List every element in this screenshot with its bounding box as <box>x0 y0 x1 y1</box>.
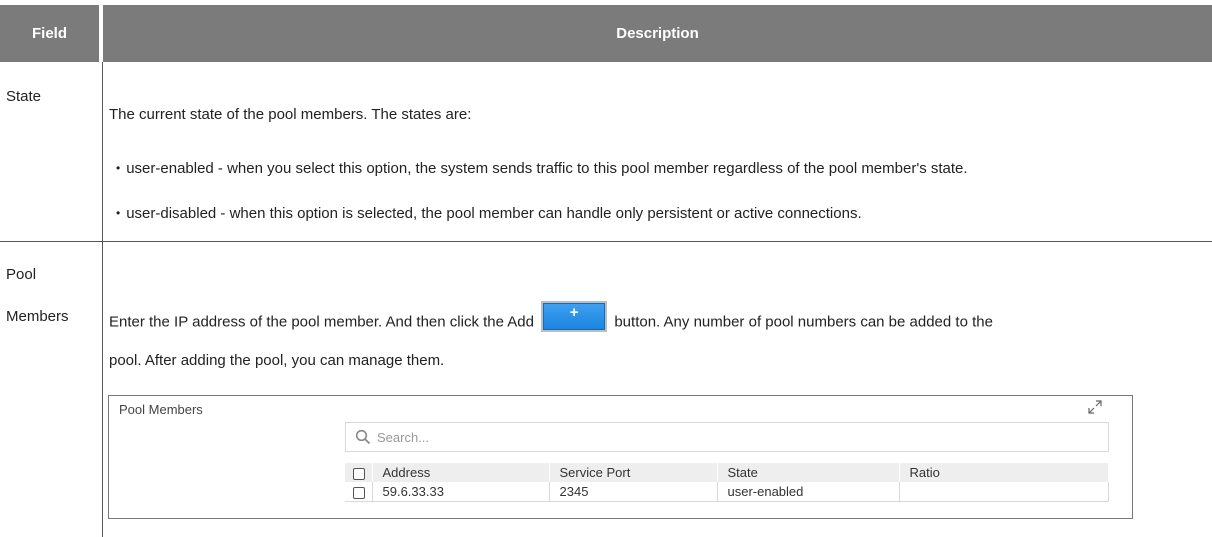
row-checkbox-cell <box>345 482 373 502</box>
service-port-cell: 2345 <box>549 482 718 502</box>
column-state[interactable]: State <box>717 463 900 482</box>
column-ratio[interactable]: Ratio <box>899 463 1109 482</box>
ratio-cell <box>899 482 1109 502</box>
select-all-cell <box>345 463 373 482</box>
search-input[interactable] <box>377 429 977 445</box>
row-divider <box>0 241 1212 242</box>
header-description: Description <box>103 5 1212 62</box>
table-row[interactable]: 59.6.33.33 2345 user-enabled <box>345 482 1109 502</box>
pool-description-line2: pool. After adding the pool, you can man… <box>109 352 445 369</box>
select-all-checkbox[interactable] <box>353 467 365 480</box>
row-checkbox[interactable] <box>353 486 365 499</box>
table-header-row: Address Service Port State Ratio <box>345 463 1109 482</box>
column-service-port[interactable]: Service Port <box>549 463 718 482</box>
pool-members-panel: Pool Members Address Service Port State … <box>108 395 1133 519</box>
search-box[interactable] <box>345 422 1109 452</box>
pool-description-line1: Enter the IP address of the pool member.… <box>109 301 993 338</box>
plus-icon: + <box>569 304 579 321</box>
search-icon <box>355 429 371 445</box>
pool-description-before: Enter the IP address of the pool member.… <box>109 313 534 331</box>
add-button-image: + <box>541 301 608 332</box>
expand-icon[interactable] <box>1088 400 1102 414</box>
address-cell: 59.6.33.33 <box>372 482 550 502</box>
pool-field-label-line1: Pool <box>6 266 37 283</box>
pool-members-table: Address Service Port State Ratio 59.6.33… <box>345 463 1109 502</box>
state-bullet-disabled: user-disabled - when this option is sele… <box>116 205 861 222</box>
pool-description-after: button. Any number of pool numbers can b… <box>614 313 993 331</box>
column-address[interactable]: Address <box>372 463 550 482</box>
state-field-label: State <box>6 88 42 105</box>
state-bullet-enabled: user-enabled - when you select this opti… <box>116 160 967 177</box>
header-field: Field <box>0 5 101 62</box>
state-cell: user-enabled <box>717 482 900 502</box>
pool-field-label-line2: Members <box>6 308 69 325</box>
column-divider <box>102 62 103 537</box>
state-description-intro: The current state of the pool members. T… <box>109 106 472 123</box>
pool-members-panel-title: Pool Members <box>119 402 203 417</box>
